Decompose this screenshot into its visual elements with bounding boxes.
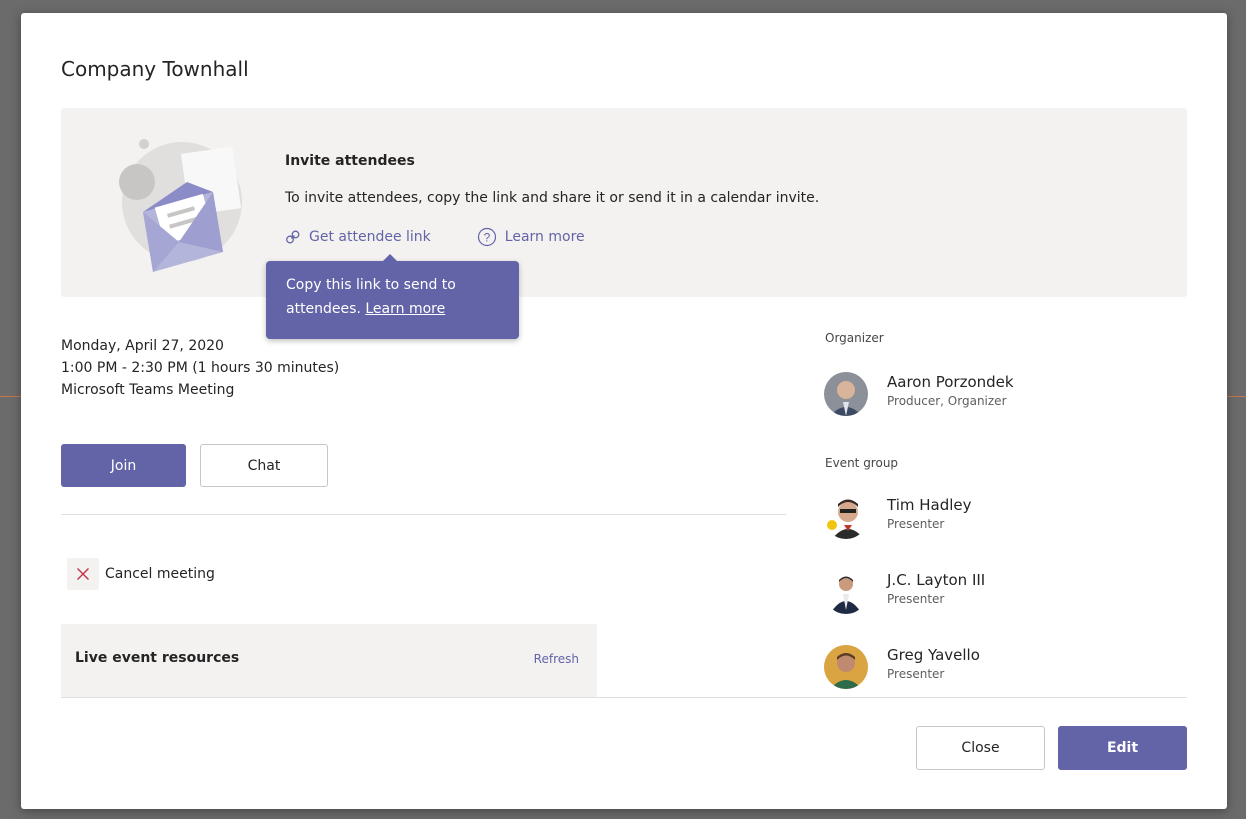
cancel-icon-box: [67, 558, 99, 590]
learn-more-link[interactable]: ? Learn more: [477, 227, 585, 247]
meeting-location: Microsoft Teams Meeting: [61, 382, 235, 398]
resources-title: Live event resources: [75, 650, 240, 666]
organizer-label: Organizer: [825, 331, 884, 345]
edit-button[interactable]: Edit: [1058, 726, 1187, 770]
tooltip-arrow: [382, 254, 398, 262]
event-group-member[interactable]: J.C. Layton III Presenter: [824, 570, 985, 614]
cancel-meeting-label: Cancel meeting: [105, 566, 215, 582]
organizer-name: Aaron Porzondek: [887, 373, 1014, 391]
member-name: J.C. Layton III: [887, 571, 986, 589]
live-event-resources: Live event resources Refresh: [61, 624, 597, 697]
avatar: [824, 570, 868, 614]
member-role: Presenter: [887, 592, 945, 606]
envelope-illustration-icon: [119, 139, 242, 272]
footer-divider: [61, 697, 1187, 698]
invite-links: Get attendee link ? Learn more: [285, 227, 585, 247]
invite-description: To invite attendees, copy the link and s…: [285, 190, 820, 206]
organizer-person[interactable]: Aaron Porzondek Producer, Organizer: [824, 372, 1014, 416]
avatar: [824, 495, 868, 539]
svg-text:?: ?: [483, 231, 490, 245]
organizer-info: Aaron Porzondek Producer, Organizer: [887, 372, 1014, 410]
tooltip-text-line2: attendees. Learn more: [286, 297, 499, 321]
tooltip-text-line1: Copy this link to send to: [286, 277, 456, 293]
avatar: [824, 645, 868, 689]
invite-title: Invite attendees: [285, 153, 415, 169]
close-icon: [77, 568, 89, 580]
get-attendee-link[interactable]: Get attendee link: [285, 229, 431, 245]
member-role: Presenter: [887, 667, 945, 681]
learn-more-label: Learn more: [504, 229, 585, 245]
event-group-member[interactable]: Tim Hadley Presenter: [824, 495, 972, 539]
event-group-label: Event group: [825, 456, 899, 470]
tooltip-text-line2-label: attendees.: [286, 301, 361, 317]
link-icon: [286, 230, 300, 244]
tooltip-learn-more-link[interactable]: Learn more: [365, 301, 445, 317]
help-circle-icon: ?: [477, 227, 496, 247]
meeting-details-dialog: Company Townhall Invite attendees To inv…: [21, 13, 1227, 809]
get-attendee-link-label: Get attendee link: [309, 229, 431, 245]
member-role: Presenter: [887, 517, 945, 531]
section-divider: [61, 514, 786, 515]
member-name: Tim Hadley: [887, 496, 972, 514]
close-button[interactable]: Close: [916, 726, 1045, 770]
organizer-role: Producer, Organizer: [887, 394, 1007, 408]
meeting-time: 1:00 PM - 2:30 PM (1 hours 30 minutes): [61, 360, 340, 376]
member-info: Tim Hadley Presenter: [887, 495, 972, 533]
attendee-link-tooltip: Copy this link to send to attendees. Lea…: [266, 254, 519, 339]
meeting-date: Monday, April 27, 2020: [61, 338, 224, 354]
event-group-member[interactable]: Greg Yavello Presenter: [824, 645, 980, 689]
cancel-meeting-button[interactable]: Cancel meeting: [67, 558, 215, 590]
refresh-link[interactable]: Refresh: [534, 652, 579, 666]
member-name: Greg Yavello: [887, 646, 980, 664]
chat-button[interactable]: Chat: [200, 444, 328, 487]
invite-banner: Invite attendees To invite attendees, co…: [61, 108, 1187, 297]
meeting-details: Monday, April 27, 2020 1:00 PM - 2:30 PM…: [61, 335, 339, 401]
member-info: J.C. Layton III Presenter: [887, 570, 985, 608]
join-button[interactable]: Join: [61, 444, 186, 487]
avatar: [824, 372, 868, 416]
dialog-title: Company Townhall: [61, 57, 249, 81]
member-info: Greg Yavello Presenter: [887, 645, 980, 683]
